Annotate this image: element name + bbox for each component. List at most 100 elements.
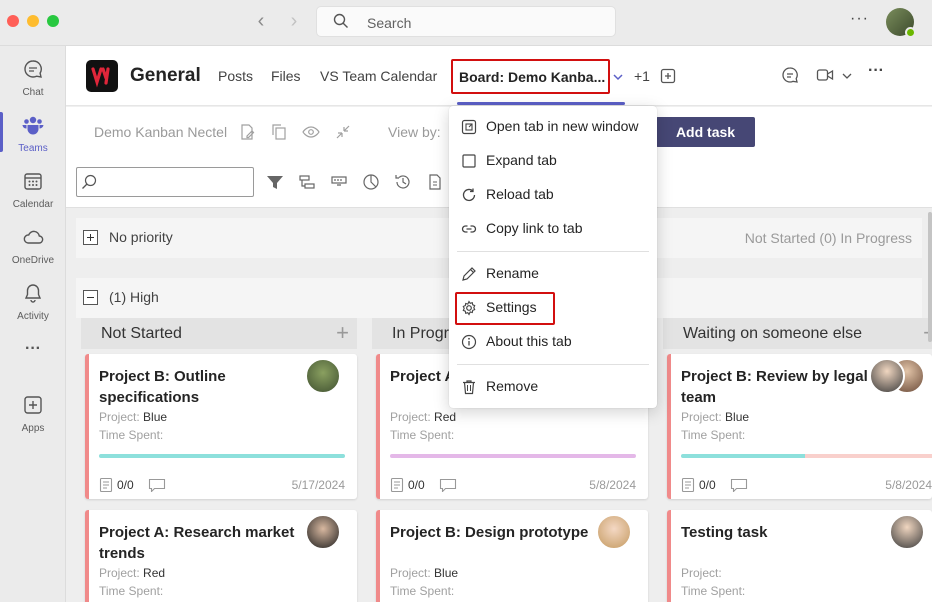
- rail-item-apps[interactable]: Apps: [0, 386, 66, 438]
- chart-icon[interactable]: [362, 173, 380, 191]
- task-card[interactable]: Project B: Review by legal team Project:…: [667, 354, 932, 499]
- swimlane-icon[interactable]: [330, 173, 348, 191]
- tab-board-label: Board: Demo Kanba...: [459, 69, 606, 85]
- card-project: Project: Blue: [99, 410, 168, 424]
- calendar-icon: [24, 173, 42, 190]
- comment-icon[interactable]: [730, 478, 748, 492]
- back-arrow-icon[interactable]: ‹: [251, 10, 271, 33]
- comment-icon[interactable]: [439, 478, 457, 492]
- board-search-input[interactable]: [76, 167, 254, 197]
- card-title: Project A: Research market trends: [99, 524, 295, 562]
- link-icon: [461, 225, 477, 233]
- team-logo: [86, 60, 118, 92]
- cloud-icon: [23, 230, 44, 244]
- menu-item-reload-tab[interactable]: Reload tab: [449, 179, 657, 211]
- checklist-icon: [390, 477, 404, 493]
- menu-separator: [457, 251, 649, 252]
- card-time-spent: Time Spent:: [681, 428, 746, 442]
- expand-group-icon[interactable]: [83, 230, 98, 245]
- forward-arrow-icon[interactable]: ›: [284, 10, 304, 33]
- meet-chevron-down-icon[interactable]: [842, 72, 852, 80]
- assignee-avatar[interactable]: [889, 514, 925, 550]
- comment-icon[interactable]: [148, 478, 166, 492]
- column-header-not-started: Not Started +: [81, 318, 357, 349]
- board-scrollbar[interactable]: [928, 212, 932, 342]
- task-card[interactable]: Project B: Outline specifications Projec…: [85, 354, 357, 499]
- card-project: Project:: [681, 566, 722, 580]
- meet-video-icon[interactable]: [816, 66, 834, 84]
- search-icon: [333, 13, 348, 28]
- more-options-icon[interactable]: ···: [850, 10, 869, 28]
- edit-board-icon[interactable]: [238, 123, 256, 141]
- rail-item-teams[interactable]: Teams: [0, 106, 66, 158]
- menu-item-about-this-tab[interactable]: About this tab: [449, 326, 657, 358]
- user-avatar[interactable]: [886, 8, 916, 38]
- assignee-avatar[interactable]: [596, 514, 632, 550]
- add-apps-icon: [24, 396, 42, 414]
- card-title: Project B: Outline specifications: [99, 368, 226, 406]
- minimize-window-button[interactable]: [27, 15, 39, 27]
- menu-item-label: Remove: [486, 378, 539, 394]
- zoom-window-button[interactable]: [47, 15, 59, 27]
- rail-item-chat[interactable]: Chat: [0, 50, 66, 102]
- tab-files[interactable]: Files: [271, 68, 301, 84]
- card-project: Project: Red: [390, 410, 457, 424]
- conversation-icon[interactable]: [781, 66, 799, 84]
- tab-vs-team-calendar[interactable]: VS Team Calendar: [320, 68, 437, 84]
- checklist-count: 0/0: [390, 477, 457, 493]
- add-card-icon[interactable]: +: [336, 320, 349, 346]
- open-window-icon: [461, 119, 477, 135]
- title-bar: ‹ › Search ···: [0, 0, 932, 46]
- card-time-spent: Time Spent:: [390, 584, 455, 598]
- team-logo-icon: [91, 67, 110, 88]
- teams-icon: [22, 116, 44, 135]
- collapse-group-icon[interactable]: [83, 290, 98, 305]
- card-project: Project: Blue: [681, 410, 750, 424]
- channel-header: General Posts Files VS Team Calendar Boa…: [66, 46, 932, 106]
- menu-item-label: Copy link to tab: [486, 220, 583, 236]
- task-card[interactable]: Testing task Project: Time Spent:: [667, 510, 932, 602]
- tab-overflow-count[interactable]: +1: [634, 68, 650, 84]
- collapse-icon[interactable]: [334, 123, 352, 141]
- checklist-icon: [99, 477, 113, 493]
- rail-item-activity[interactable]: Activity: [0, 274, 66, 326]
- tab-board-demo-kanban[interactable]: Board: Demo Kanba...: [451, 59, 610, 94]
- trash-icon: [463, 380, 475, 395]
- menu-item-copy-link-to-tab[interactable]: Copy link to tab: [449, 213, 657, 245]
- rail-item-calendar[interactable]: Calendar: [0, 162, 66, 214]
- rail-item-more[interactable]: ···: [0, 332, 66, 372]
- add-task-button[interactable]: Add task: [656, 117, 755, 147]
- add-tab-icon[interactable]: [660, 68, 676, 84]
- board-visibility-icon[interactable]: [302, 123, 320, 141]
- menu-item-expand-tab[interactable]: Expand tab: [449, 145, 657, 177]
- assignee-avatar[interactable]: [305, 358, 341, 394]
- channel-more-icon[interactable]: ···: [868, 62, 884, 80]
- menu-item-label: Open tab in new window: [486, 118, 639, 134]
- task-card[interactable]: Project B: Design prototype Project: Blu…: [376, 510, 648, 602]
- bell-icon: [24, 284, 42, 303]
- history-icon[interactable]: [394, 173, 412, 191]
- tab-posts[interactable]: Posts: [218, 68, 253, 84]
- rail-item-onedrive[interactable]: OneDrive: [0, 218, 66, 270]
- checklist-count: 0/0: [99, 477, 166, 493]
- filter-icon[interactable]: [266, 174, 284, 190]
- close-window-button[interactable]: [7, 15, 19, 27]
- card-due-date: 5/8/2024: [885, 478, 932, 492]
- copy-board-icon[interactable]: [270, 123, 288, 141]
- assignee-avatar[interactable]: [305, 514, 341, 550]
- settings-highlight-box: [455, 292, 555, 325]
- rail-label-chat: Chat: [22, 87, 44, 98]
- global-search-input[interactable]: Search: [316, 6, 616, 37]
- menu-item-remove[interactable]: Remove: [449, 371, 657, 403]
- assignee-avatar[interactable]: [869, 358, 905, 394]
- menu-item-rename[interactable]: Rename: [449, 258, 657, 290]
- menu-item-open-tab-in-new-window[interactable]: Open tab in new window: [449, 111, 657, 143]
- column-header-waiting: Waiting on someone else +: [663, 318, 932, 349]
- card-title: Project B: Review by legal team: [681, 368, 868, 406]
- task-card[interactable]: Project A: Research market trends Projec…: [85, 510, 357, 602]
- tab-options-chevron-down-icon[interactable]: [612, 72, 624, 82]
- export-pdf-icon[interactable]: [426, 173, 444, 191]
- card-due-date: 5/17/2024: [291, 478, 345, 492]
- group-label: (1) High: [109, 289, 159, 305]
- group-by-icon[interactable]: [298, 173, 316, 191]
